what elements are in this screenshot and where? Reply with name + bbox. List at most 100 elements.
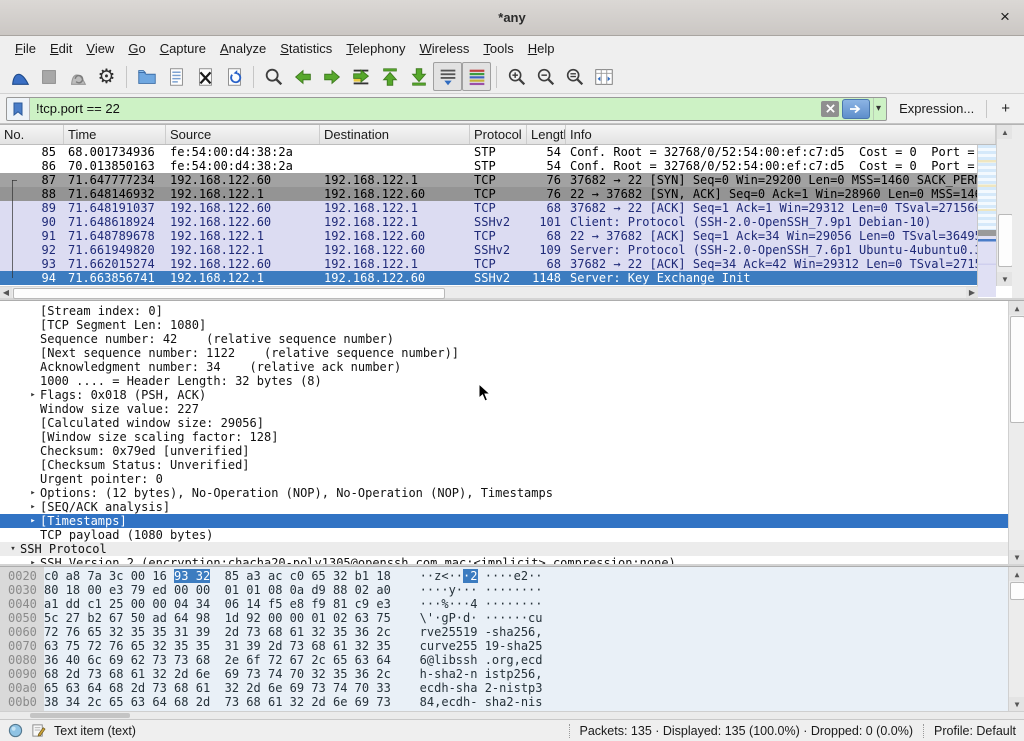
auto-scroll-button[interactable]	[433, 62, 462, 91]
hex-row[interactable]: 007063 75 72 76 65 32 35 35 31 39 2d 73 …	[0, 639, 1024, 653]
menu-item-go[interactable]: Go	[121, 38, 152, 59]
scroll-left-arrow[interactable]: ◀	[0, 287, 12, 298]
menu-item-view[interactable]: View	[79, 38, 121, 59]
hex-row[interactable]: 003080 18 00 e3 79 ed 00 00 01 01 08 0a …	[0, 583, 1024, 597]
column-header-time[interactable]: Time	[64, 125, 166, 144]
detail-line[interactable]: [TCP Segment Len: 1080]	[0, 318, 1024, 332]
scroll-thumb[interactable]	[1010, 582, 1024, 600]
column-header-protocol[interactable]: Protocol	[470, 125, 527, 144]
go-to-bottom-button[interactable]	[404, 62, 433, 91]
detail-line[interactable]: ▸Options: (12 bytes), No-Operation (NOP)…	[0, 486, 1024, 500]
expand-arrow-icon[interactable]: ▸	[26, 556, 40, 564]
packet-row[interactable]: 8971.648191037192.168.122.60192.168.122.…	[0, 201, 978, 215]
expand-arrow-icon[interactable]: ▸	[26, 514, 40, 528]
find-packet-button[interactable]	[259, 62, 288, 91]
packet-list-hscrollbar[interactable]: ◀ ▶	[0, 286, 978, 298]
detail-line[interactable]: Acknowledgment number: 34 (relative ack …	[0, 360, 1024, 374]
filter-clear-button[interactable]	[821, 101, 839, 117]
menu-item-file[interactable]: File	[8, 38, 43, 59]
packet-row[interactable]: 9371.662015274192.168.122.60192.168.122.…	[0, 257, 978, 271]
packet-row[interactable]: 8670.013850163fe:54:00:d4:38:2aSTP54Conf…	[0, 159, 978, 173]
resize-columns-button[interactable]	[589, 62, 618, 91]
expand-arrow-icon[interactable]: ▸	[26, 486, 40, 500]
detail-line[interactable]: [Next sequence number: 1122 (relative se…	[0, 346, 1024, 360]
detail-line[interactable]: [Calculated window size: 29056]	[0, 416, 1024, 430]
add-filter-button[interactable]: +	[993, 100, 1018, 117]
scroll-thumb[interactable]	[30, 713, 130, 718]
expand-arrow-icon[interactable]: ▸	[26, 388, 40, 402]
scroll-thumb[interactable]	[13, 288, 445, 299]
scroll-down-arrow[interactable]: ▼	[997, 272, 1013, 286]
scroll-down-arrow[interactable]: ▼	[1009, 550, 1024, 564]
column-header-info[interactable]: Info	[566, 125, 996, 144]
detail-line[interactable]: [Stream index: 0]	[0, 304, 1024, 318]
stop-capture-button[interactable]	[34, 62, 63, 91]
menu-item-capture[interactable]: Capture	[153, 38, 213, 59]
open-file-button[interactable]	[132, 62, 161, 91]
zoom-in-button[interactable]	[502, 62, 531, 91]
packet-row[interactable]: 9471.663856741192.168.122.1192.168.122.6…	[0, 271, 978, 285]
detail-line[interactable]: [Checksum Status: Unverified]	[0, 458, 1024, 472]
menu-item-help[interactable]: Help	[521, 38, 562, 59]
hex-row[interactable]: 00b038 34 2c 65 63 64 68 2d 73 68 61 32 …	[0, 695, 1024, 709]
hex-row[interactable]: 0020c0 a8 7a 3c 00 16 93 32 85 a3 ac c0 …	[0, 569, 1024, 583]
packet-row[interactable]: 8871.648146932192.168.122.1192.168.122.6…	[0, 187, 978, 201]
expand-arrow-icon[interactable]: ▾	[6, 542, 20, 556]
expression-button[interactable]: Expression...	[893, 101, 980, 116]
go-forward-button[interactable]	[317, 62, 346, 91]
capture-comment-icon[interactable]	[31, 723, 46, 738]
detail-line[interactable]: [Window size scaling factor: 128]	[0, 430, 1024, 444]
hex-row[interactable]: 009068 2d 73 68 61 32 2d 6e 69 73 74 70 …	[0, 667, 1024, 681]
go-back-button[interactable]	[288, 62, 317, 91]
go-to-packet-button[interactable]	[346, 62, 375, 91]
detail-line[interactable]: ▸[Timestamps]	[0, 514, 1024, 528]
zoom-original-button[interactable]	[560, 62, 589, 91]
menu-item-analyze[interactable]: Analyze	[213, 38, 273, 59]
scroll-down-arrow[interactable]: ▼	[1009, 697, 1024, 711]
expand-arrow-icon[interactable]: ▸	[26, 500, 40, 514]
detail-line[interactable]: ▸Flags: 0x018 (PSH, ACK)	[0, 388, 1024, 402]
hex-row[interactable]: 008036 40 6c 69 62 73 73 68 2e 6f 72 67 …	[0, 653, 1024, 667]
menu-item-tools[interactable]: Tools	[476, 38, 520, 59]
hex-hscrollbar[interactable]	[0, 711, 1024, 719]
detail-line[interactable]: Checksum: 0x79ed [unverified]	[0, 444, 1024, 458]
window-close-button[interactable]: ×	[994, 6, 1016, 28]
packet-row[interactable]: 9071.648618924192.168.122.60192.168.122.…	[0, 215, 978, 229]
display-filter-input[interactable]	[30, 101, 821, 116]
detail-line[interactable]: ▾SSH Protocol	[0, 542, 1024, 556]
scroll-thumb[interactable]	[1010, 316, 1024, 423]
scroll-up-arrow[interactable]: ▲	[1009, 567, 1024, 581]
column-header-destination[interactable]: Destination	[320, 125, 470, 144]
filter-apply-button[interactable]	[842, 99, 870, 119]
scroll-right-arrow[interactable]: ▶	[966, 287, 978, 298]
display-filter-field[interactable]: ▾	[6, 97, 887, 121]
packet-row[interactable]: 8771.647777234192.168.122.60192.168.122.…	[0, 173, 978, 187]
hex-vscrollbar[interactable]: ▲ ▼	[1008, 567, 1024, 711]
detail-line[interactable]: 1000 .... = Header Length: 32 bytes (8)	[0, 374, 1024, 388]
column-header-length[interactable]: Length	[527, 125, 566, 144]
detail-line[interactable]: ▸SSH Version 2 (encryption:chacha20-poly…	[0, 556, 1024, 564]
hex-row[interactable]: 0040a1 dd c1 25 00 00 04 34 06 14 f5 e8 …	[0, 597, 1024, 611]
start-capture-button[interactable]	[5, 62, 34, 91]
hex-row[interactable]: 00505c 27 b2 67 50 ad 64 98 1d 92 00 00 …	[0, 611, 1024, 625]
packet-row[interactable]: 9171.648789678192.168.122.1192.168.122.6…	[0, 229, 978, 243]
capture-options-button[interactable]: ⚙	[92, 62, 121, 91]
detail-line[interactable]: Sequence number: 42 (relative sequence n…	[0, 332, 1024, 346]
close-file-button[interactable]	[190, 62, 219, 91]
save-file-button[interactable]	[161, 62, 190, 91]
menu-item-wireless[interactable]: Wireless	[413, 38, 477, 59]
zoom-out-button[interactable]	[531, 62, 560, 91]
detail-line[interactable]: ▸[SEQ/ACK analysis]	[0, 500, 1024, 514]
detail-line[interactable]: Urgent pointer: 0	[0, 472, 1024, 486]
menu-item-telephony[interactable]: Telephony	[339, 38, 412, 59]
hex-row[interactable]: 00a065 63 64 68 2d 73 68 61 32 2d 6e 69 …	[0, 681, 1024, 695]
packet-list-vscrollbar[interactable]: ▲ ▼	[996, 125, 1012, 286]
scroll-up-arrow[interactable]: ▲	[1009, 301, 1024, 315]
hex-row[interactable]: 006072 76 65 32 35 35 31 39 2d 73 68 61 …	[0, 625, 1024, 639]
details-vscrollbar[interactable]: ▲ ▼	[1008, 301, 1024, 564]
restart-capture-button[interactable]	[63, 62, 92, 91]
menu-item-edit[interactable]: Edit	[43, 38, 79, 59]
reload-file-button[interactable]	[219, 62, 248, 91]
expert-info-icon[interactable]	[8, 723, 23, 738]
packet-list-minimap[interactable]	[977, 145, 996, 297]
